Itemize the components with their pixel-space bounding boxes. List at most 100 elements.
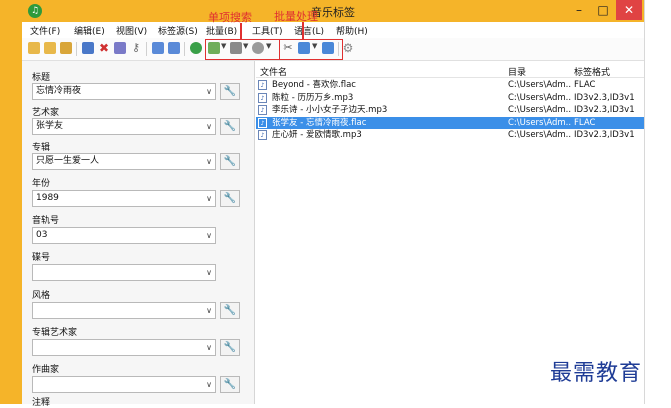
table-row[interactable]: ♪ 张学友 - 忘情冷雨夜.flac C:\Users\Adm... FLAC	[256, 116, 644, 129]
search-annotation-line	[240, 23, 242, 39]
close-button[interactable]: ✕	[616, 0, 642, 20]
title-field[interactable]: 忘情冷雨夜 ∨	[32, 83, 216, 100]
composer-value	[33, 379, 36, 389]
title-label: 标题	[32, 73, 51, 83]
maximize-button[interactable]: □	[591, 0, 615, 20]
menu-bar: 文件(F) 编辑(E) 视图(V) 标签源(S) 批量(B) 工具(T) 语言(…	[22, 22, 644, 38]
open-files-icon[interactable]	[60, 42, 72, 54]
track-label: 音轨号	[32, 216, 60, 226]
flac-file-icon: ♪	[258, 80, 267, 90]
menu-language[interactable]: 语言(L)	[294, 24, 324, 37]
genre-value	[33, 305, 36, 315]
minimize-button[interactable]: –	[567, 0, 591, 20]
year-field[interactable]: 1989 ∨	[32, 190, 216, 207]
tag-format-cell: FLAC	[574, 117, 596, 128]
directory-cell: C:\Users\Adm...	[508, 130, 572, 140]
menu-view[interactable]: 视图(V)	[116, 24, 147, 37]
tag-format-cell: ID3v2.3,ID3v1	[574, 130, 635, 140]
save-icon[interactable]	[82, 42, 94, 54]
batch-annotation-label: 批量处理	[274, 10, 318, 23]
year-label: 年份	[32, 179, 51, 189]
open-folder-icon[interactable]	[28, 42, 40, 54]
year-value: 1989	[36, 193, 59, 203]
composer-field[interactable]: ∨	[32, 376, 216, 393]
tag-format-cell: FLAC	[574, 80, 596, 90]
header-divider	[256, 77, 644, 78]
file-name-cell: Beyond - 喜欢你.flac	[272, 80, 356, 90]
artist-value: 张学友	[36, 121, 64, 131]
table-row[interactable]: ♪ 庄心妍 - 爱欧情歌.mp3 C:\Users\Adm... ID3v2.3,ID…	[256, 129, 644, 141]
batch-annotation-box	[279, 39, 343, 60]
title-tool-button[interactable]: 🔧	[220, 83, 240, 100]
file-name-cell: 庄心妍 - 爱欧情歌.mp3	[272, 130, 362, 140]
comment-label: 注释	[32, 398, 51, 408]
chevron-down-icon[interactable]: ∨	[206, 191, 212, 206]
search-annotation-label: 单项搜索	[208, 11, 252, 24]
artist-tool-button[interactable]: 🔧	[220, 118, 240, 135]
left-edge-strip	[0, 0, 22, 404]
menu-batch[interactable]: 批量(B)	[206, 24, 237, 37]
toolbar-separator	[146, 42, 147, 56]
album-value: 只愿一生爱一人	[36, 156, 100, 166]
menu-help[interactable]: 帮助(H)	[336, 24, 368, 37]
disc-field[interactable]: ∨	[32, 264, 216, 281]
window-title: 音乐标签	[311, 6, 355, 19]
album-artist-tool-button[interactable]: 🔧	[220, 339, 240, 356]
album-artist-value	[33, 342, 36, 352]
chevron-down-icon[interactable]: ∨	[206, 303, 212, 318]
artist-label: 艺术家	[32, 108, 60, 118]
grid-view-icon[interactable]	[168, 42, 180, 54]
watermark: 最需教育	[550, 361, 643, 386]
year-tool-button[interactable]: 🔧	[220, 190, 240, 207]
key-icon[interactable]: ⚷	[130, 42, 142, 54]
table-row[interactable]: ♪ Beyond - 喜欢你.flac C:\Users\Adm... FLAC	[256, 79, 644, 91]
track-field[interactable]: 03 ∨	[32, 227, 216, 244]
chevron-down-icon[interactable]: ∨	[206, 265, 212, 280]
table-row[interactable]: ♪ 李乐诗 - 小小女子孑边天.mp3 C:\Users\Adm... ID3v2.3…	[256, 104, 644, 116]
list-view-icon[interactable]	[152, 42, 164, 54]
directory-cell: C:\Users\Adm...	[508, 105, 572, 115]
directory-cell: C:\Users\Adm...	[508, 117, 572, 128]
chevron-down-icon[interactable]: ∨	[206, 119, 212, 134]
tag-format-cell: ID3v2.3,ID3v1	[574, 105, 635, 115]
title-bar: ♫ 音乐标签 – □ ✕	[22, 0, 644, 22]
album-field[interactable]: 只愿一生爱一人 ∨	[32, 153, 216, 170]
chevron-down-icon[interactable]: ∨	[206, 377, 212, 392]
genre-label: 风格	[32, 291, 51, 301]
album-label: 专辑	[32, 143, 51, 153]
delete-icon[interactable]: ✖	[98, 42, 110, 54]
album-artist-field[interactable]: ∨	[32, 339, 216, 356]
tag-format-cell: ID3v2.3,ID3v1	[574, 92, 635, 103]
mp3-file-icon: ♪	[258, 92, 267, 103]
menu-tag-source[interactable]: 标签源(S)	[158, 24, 198, 37]
title-value: 忘情冷雨夜	[36, 86, 82, 96]
menu-tools[interactable]: 工具(T)	[252, 24, 283, 37]
search-annotation-box	[205, 39, 280, 60]
chevron-down-icon[interactable]: ∨	[206, 154, 212, 169]
composer-tool-button[interactable]: 🔧	[220, 376, 240, 393]
artist-field[interactable]: 张学友 ∨	[32, 118, 216, 135]
menu-file[interactable]: 文件(F)	[30, 24, 60, 37]
chevron-down-icon[interactable]: ∨	[206, 84, 212, 99]
chevron-down-icon[interactable]: ∨	[206, 340, 212, 355]
album-tool-button[interactable]: 🔧	[220, 153, 240, 170]
tag-editor-panel: 标题 忘情冷雨夜 ∨ 🔧 艺术家 张学友 ∨ 🔧 专辑 只愿一生爱一人 ∨ 🔧 年份 …	[22, 61, 255, 408]
flac-file-icon: ♪	[258, 117, 267, 128]
book-icon[interactable]	[114, 42, 126, 54]
file-name-cell: 李乐诗 - 小小女子孑边天.mp3	[272, 105, 388, 115]
add-folder-icon[interactable]	[44, 42, 56, 54]
refresh-icon[interactable]	[190, 42, 202, 54]
menu-edit[interactable]: 编辑(E)	[74, 24, 105, 37]
toolbar-separator	[184, 42, 185, 56]
genre-field[interactable]: ∨	[32, 302, 216, 319]
settings-icon[interactable]: ⚙	[342, 42, 354, 54]
mp3-file-icon: ♪	[258, 105, 267, 115]
app-window: ♫ 音乐标签 – □ ✕ 文件(F) 编辑(E) 视图(V) 标签源(S) 批量…	[22, 0, 645, 408]
directory-cell: C:\Users\Adm...	[508, 92, 572, 103]
table-row[interactable]: ♪ 陈粒 - 历历万乡.mp3 C:\Users\Adm... ID3v2.3,ID3…	[256, 92, 644, 104]
directory-cell: C:\Users\Adm...	[508, 80, 572, 90]
chevron-down-icon[interactable]: ∨	[206, 228, 212, 243]
genre-tool-button[interactable]: 🔧	[220, 302, 240, 319]
album-artist-label: 专辑艺术家	[32, 328, 78, 338]
track-value: 03	[36, 230, 48, 240]
